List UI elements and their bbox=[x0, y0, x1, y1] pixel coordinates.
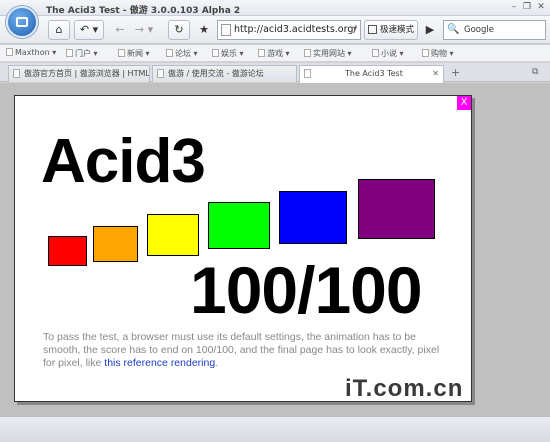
back-button[interactable]: ← bbox=[110, 20, 130, 40]
close-window-button[interactable]: ✕ bbox=[535, 2, 547, 13]
maxthon-logo-icon[interactable] bbox=[6, 6, 38, 38]
acid3-test-box: X Acid3 100/100 To pass the test, a brow… bbox=[14, 95, 472, 402]
folder-icon bbox=[66, 49, 73, 57]
forward-button[interactable]: → ▾ bbox=[132, 20, 156, 40]
url-text[interactable]: http://acid3.acidtests.org/ bbox=[234, 24, 357, 35]
bookmark-games[interactable]: 游戏 ▾ bbox=[258, 48, 290, 59]
page-icon bbox=[13, 69, 20, 78]
page-icon bbox=[157, 69, 164, 78]
undo-button[interactable]: ↶ ▾ bbox=[74, 20, 104, 40]
folder-icon bbox=[422, 49, 429, 57]
folder-icon bbox=[118, 49, 125, 57]
render-mode-label: 极速模式 bbox=[380, 25, 415, 35]
search-engine-label: Google bbox=[464, 25, 494, 35]
home-icon: ⌂ bbox=[55, 23, 63, 36]
bookmark-forum[interactable]: 论坛 ▾ bbox=[166, 48, 198, 59]
test-square-2 bbox=[93, 226, 138, 262]
bookmark-entertainment[interactable]: 娱乐 ▾ bbox=[212, 48, 244, 59]
folder-icon bbox=[212, 49, 219, 57]
bookmark-menhu[interactable]: 门户 ▾ bbox=[66, 48, 98, 59]
test-square-1 bbox=[48, 236, 87, 266]
bookmark-maxthon[interactable]: Maxthon ▾ bbox=[6, 48, 56, 57]
favorite-button[interactable]: ★ bbox=[194, 20, 214, 40]
restore-button[interactable]: ❐ bbox=[521, 2, 533, 13]
test-square-6 bbox=[358, 179, 435, 239]
page-icon bbox=[304, 69, 311, 78]
bookmark-shopping[interactable]: 购物 ▾ bbox=[422, 48, 454, 59]
close-test-button[interactable]: X bbox=[457, 96, 471, 110]
folder-icon bbox=[6, 48, 13, 56]
page-icon bbox=[221, 24, 231, 36]
star-icon: ★ bbox=[199, 23, 209, 36]
tab-maxthon-forum[interactable]: 傲游 / 使用交流 - 傲游论坛 bbox=[152, 65, 297, 82]
navigation-toolbar: ⌂ ↶ ▾ ← → ▾ ↻ ★ http://acid3.acidtests.o… bbox=[0, 16, 550, 44]
folder-icon bbox=[258, 49, 265, 57]
undo-icon: ↶ bbox=[79, 23, 90, 36]
bookmarks-bar: Maxthon ▾ 门户 ▾ 新闻 ▾ 论坛 ▾ 娱乐 ▾ 游戏 ▾ 实用网站 … bbox=[0, 45, 550, 62]
watermark-logo: iT.com.cn bbox=[345, 375, 464, 402]
render-mode-button[interactable]: 极速模式 bbox=[364, 20, 418, 40]
search-box[interactable]: 🔍 Google bbox=[443, 20, 546, 40]
status-bar bbox=[0, 416, 550, 442]
new-tab-button[interactable]: + bbox=[451, 66, 460, 79]
tab-menu-icon[interactable]: ⧉ bbox=[532, 67, 538, 77]
test-description: To pass the test, a browser must use its… bbox=[43, 331, 440, 369]
play-icon: ▶ bbox=[425, 23, 435, 36]
test-square-4 bbox=[208, 202, 270, 249]
go-button[interactable]: ▶ bbox=[422, 20, 438, 40]
home-button[interactable]: ⌂ bbox=[48, 20, 70, 40]
reload-button[interactable]: ↻ bbox=[168, 20, 190, 40]
forward-arrow-icon: → bbox=[134, 23, 145, 36]
folder-icon bbox=[304, 49, 311, 57]
bookmark-novels[interactable]: 小说 ▾ bbox=[372, 48, 404, 59]
tab-label: The Acid3 Test bbox=[345, 69, 403, 78]
mode-icon bbox=[368, 25, 377, 34]
tab-maxthon-home[interactable]: 傲游官方首页 | 傲游浏览器 | HTML bbox=[8, 65, 150, 82]
reload-icon: ↻ bbox=[174, 23, 184, 36]
bookmark-news[interactable]: 新闻 ▾ bbox=[118, 48, 150, 59]
chevron-down-icon[interactable]: ▾ bbox=[353, 24, 357, 33]
reference-rendering-link[interactable]: this reference rendering bbox=[104, 357, 215, 369]
minimize-button[interactable]: – bbox=[508, 2, 520, 13]
address-bar[interactable]: http://acid3.acidtests.org/ ▾ bbox=[217, 20, 361, 40]
bookmark-useful-sites[interactable]: 实用网站 ▾ bbox=[304, 48, 352, 59]
window-title: The Acid3 Test - 傲游 3.0.0.103 Alpha 2 bbox=[46, 6, 241, 16]
folder-icon bbox=[166, 49, 173, 57]
title-bar: The Acid3 Test - 傲游 3.0.0.103 Alpha 2 – … bbox=[0, 0, 550, 16]
back-arrow-icon: ← bbox=[115, 23, 125, 36]
test-square-5 bbox=[279, 191, 347, 244]
close-tab-icon[interactable]: ✕ bbox=[432, 66, 439, 81]
tab-strip: 傲游官方首页 | 傲游浏览器 | HTML 傲游 / 使用交流 - 傲游论坛 T… bbox=[0, 63, 550, 83]
tab-label: 傲游 / 使用交流 - 傲游论坛 bbox=[168, 69, 264, 78]
search-icon[interactable]: 🔍 bbox=[447, 24, 459, 35]
score-display: 100/100 bbox=[190, 253, 423, 327]
test-square-3 bbox=[147, 214, 199, 256]
tab-label: 傲游官方首页 | 傲游浏览器 | HTML bbox=[24, 69, 150, 78]
tab-acid3[interactable]: The Acid3 Test ✕ bbox=[299, 65, 444, 83]
folder-icon bbox=[372, 49, 379, 57]
page-viewport: X Acid3 100/100 To pass the test, a brow… bbox=[0, 83, 550, 416]
page-title: Acid3 bbox=[41, 127, 206, 196]
